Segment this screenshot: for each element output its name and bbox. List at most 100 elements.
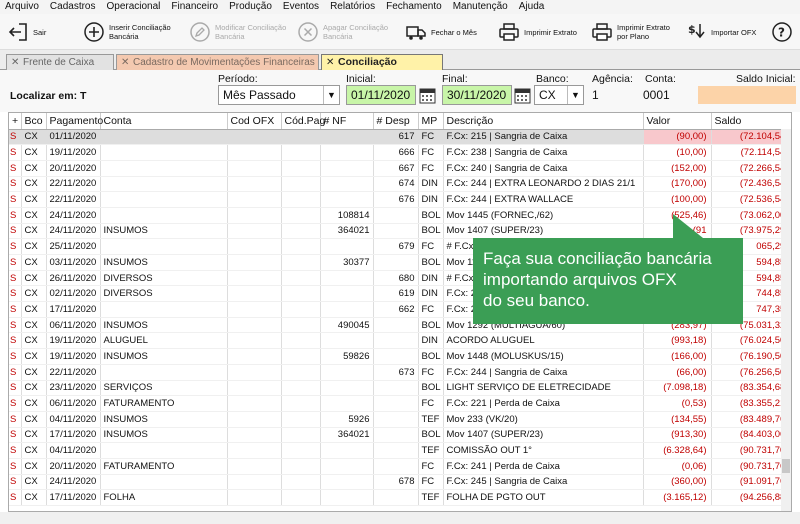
menu-financeiro[interactable]: Financeiro	[166, 0, 224, 14]
banco-select[interactable]: CX ▼	[534, 85, 584, 105]
col-header-mp[interactable]: MP	[418, 113, 444, 130]
table-row[interactable]: S CX 19/11/2020 666 FC F.Cx: 238 | Sangria de…	[9, 144, 791, 161]
table-row[interactable]: S CX 19/11/2020 INSUMOS 59826 BOL Mov 1448 (MO…	[9, 348, 791, 365]
tab-label: Cadastro de Movimentações Financeiras	[133, 57, 315, 68]
table-row[interactable]: S CX 20/11/2020 667 FC F.Cx: 240 | Sangria de…	[9, 160, 791, 177]
table-row[interactable]: S CX 19/11/2020 ALUGUEL DIN ACORDO ALUGUEL (99…	[9, 332, 791, 350]
table-cell: CX	[21, 458, 47, 475]
svg-text:$: $	[688, 23, 696, 36]
table-row[interactable]: S CX 23/11/2020 SERVIÇOS BOL LIGHT SERVIÇO DE…	[9, 380, 791, 397]
close-icon[interactable]: ✕	[326, 55, 334, 70]
table-cell: 666	[373, 144, 419, 161]
table-cell: COMISSÃO OUT 1°	[443, 442, 644, 459]
col-header-valor[interactable]: Valor	[643, 113, 712, 130]
periodo-select[interactable]: Mês Passado ▼	[218, 85, 340, 105]
table-row[interactable]: S CX 06/11/2020 FATURAMENTO FC F.Cx: 221 | Pe…	[9, 395, 791, 412]
col-header-conta[interactable]: Conta	[100, 113, 228, 130]
table-cell	[373, 207, 419, 224]
table-cell	[281, 254, 321, 271]
chevron-down-icon[interactable]: ▼	[567, 86, 583, 104]
vertical-scrollbar[interactable]	[781, 129, 791, 511]
menu-manutencao[interactable]: Manutenção	[448, 0, 514, 14]
table-cell: FC	[418, 395, 444, 412]
menu-arquivo[interactable]: Arquivo	[0, 0, 45, 14]
table-cell	[281, 489, 321, 506]
col-header-pagamento[interactable]: Pagamento	[46, 113, 103, 130]
fechar-mes-button[interactable]: Fechar o Mês	[404, 14, 477, 50]
col-header-descricao[interactable]: Descrição	[443, 113, 644, 130]
col-header-plus[interactable]: +	[9, 113, 22, 130]
table-cell: 22/11/2020	[46, 364, 101, 381]
table-cell	[227, 348, 282, 365]
table-cell: 667	[373, 160, 419, 177]
chevron-down-icon[interactable]: ▼	[323, 86, 339, 104]
sair-button[interactable]: Sair	[6, 14, 46, 50]
table-cell	[281, 348, 321, 365]
table-cell	[320, 301, 374, 318]
imprimir-extrato-button[interactable]: Imprimir Extrato	[497, 14, 577, 50]
col-header-desp[interactable]: # Desp	[373, 113, 419, 130]
table-cell: 678	[373, 474, 419, 491]
table-cell: CX	[21, 348, 47, 365]
table-cell: (90.731,76)	[711, 458, 791, 475]
table-row[interactable]: S CX 17/11/2020 INSUMOS 364021 BOL Mov 1407 (S…	[9, 427, 791, 444]
menu-producao[interactable]: Produção	[224, 0, 278, 14]
table-row[interactable]: S CX 20/11/2020 FATURAMENTO FC F.Cx: 241 | Pe…	[9, 458, 791, 475]
table-cell: (100,00)	[643, 191, 712, 208]
tab-frente-de-caixa[interactable]: ✕ Frente de Caixa	[6, 54, 114, 70]
modificar-conciliacao-button[interactable]: Modificar Conciliação Bancária	[188, 14, 286, 50]
inserir-conciliacao-button[interactable]: Inserir Conciliação Bancária	[82, 14, 171, 50]
apagar-conciliacao-button[interactable]: Apagar Conciliação Bancária	[296, 14, 388, 50]
col-header-bco[interactable]: Bco	[21, 113, 47, 130]
tab-cadastro-movimentacoes[interactable]: ✕ Cadastro de Movimentações Financeiras	[116, 54, 319, 70]
table-cell: (66,00)	[643, 364, 712, 381]
table-row[interactable]: S CX 04/11/2020 INSUMOS 5926 TEF Mov 233 (VK/2…	[9, 411, 791, 428]
menu-ajuda[interactable]: Ajuda	[514, 0, 551, 14]
scrollbar-thumb[interactable]	[782, 459, 790, 473]
table-row[interactable]: S CX 24/11/2020 678 FC F.Cx: 245 | Sangria de…	[9, 474, 791, 491]
inicial-date-input[interactable]: 01/11/2020	[346, 85, 416, 105]
callout-line: importando arquivos OFX	[483, 270, 677, 289]
table-cell	[227, 411, 282, 428]
table-row[interactable]: S CX 22/11/2020 673 FC F.Cx: 244 | Sangria de…	[9, 364, 791, 381]
table-cell: S	[9, 285, 22, 303]
table-cell: 22/11/2020	[46, 176, 101, 193]
table-row[interactable]: S CX 01/11/2020 617 FC F.Cx: 215 | Sangria de…	[9, 129, 791, 146]
calendar-icon[interactable]	[419, 86, 436, 104]
table-cell	[227, 442, 282, 459]
imprimir-extrato-plano-button[interactable]: Imprimir Extrato por Plano	[590, 14, 670, 50]
calendar-icon[interactable]	[514, 86, 531, 104]
table-cell: (913,30)	[643, 427, 712, 444]
menu-relatorios[interactable]: Relatórios	[325, 0, 381, 14]
table-cell	[320, 395, 374, 412]
final-date-input[interactable]: 30/11/2020	[442, 85, 512, 105]
table-row[interactable]: S CX 17/11/2020 FOLHA TEF FOLHA DE PGTO OUT (3…	[9, 489, 791, 506]
col-header-cod-pag[interactable]: Cód.Pag	[281, 113, 325, 130]
table-cell: S	[9, 254, 22, 271]
col-header-nf[interactable]: # NF	[320, 113, 374, 130]
tab-conciliacao-bancaria[interactable]: ✕ Conciliação Bancária	[321, 54, 443, 83]
table-cell: Mov 1448 (MOLUSKUS/15)	[443, 348, 644, 365]
table-cell: (76.256,50)	[711, 364, 791, 381]
table-cell	[281, 301, 321, 318]
table-cell: INSUMOS	[100, 254, 228, 271]
periodo-label: Período:	[218, 73, 258, 85]
col-header-saldo[interactable]: Saldo	[711, 113, 791, 130]
periodo-value: Mês Passado	[223, 88, 296, 102]
menu-cadastros[interactable]: Cadastros	[45, 0, 102, 14]
table-cell: BOL	[418, 223, 444, 240]
table-cell	[373, 489, 419, 506]
importar-ofx-button[interactable]: $ Importar OFX	[684, 14, 756, 50]
table-row[interactable]: S CX 22/11/2020 676 DIN F.Cx: 244 | EXTRA WAL…	[9, 191, 791, 208]
close-icon[interactable]: ✕	[121, 55, 129, 70]
close-icon[interactable]: ✕	[11, 55, 19, 70]
col-header-cod-ofx[interactable]: Cod OFX	[227, 113, 282, 130]
menu-operacional[interactable]: Operacional	[101, 0, 166, 14]
banco-label: Banco:	[536, 73, 569, 85]
menu-fechamento[interactable]: Fechamento	[381, 0, 448, 14]
table-row[interactable]: S CX 22/11/2020 674 DIN F.Cx: 244 | EXTRA LEO…	[9, 176, 791, 193]
table-cell	[281, 191, 321, 208]
table-row[interactable]: S CX 04/11/2020 TEF COMISSÃO OUT 1° (6.328,64…	[9, 442, 791, 459]
help-button[interactable]: ?	[770, 14, 794, 50]
menu-eventos[interactable]: Eventos	[278, 0, 325, 14]
